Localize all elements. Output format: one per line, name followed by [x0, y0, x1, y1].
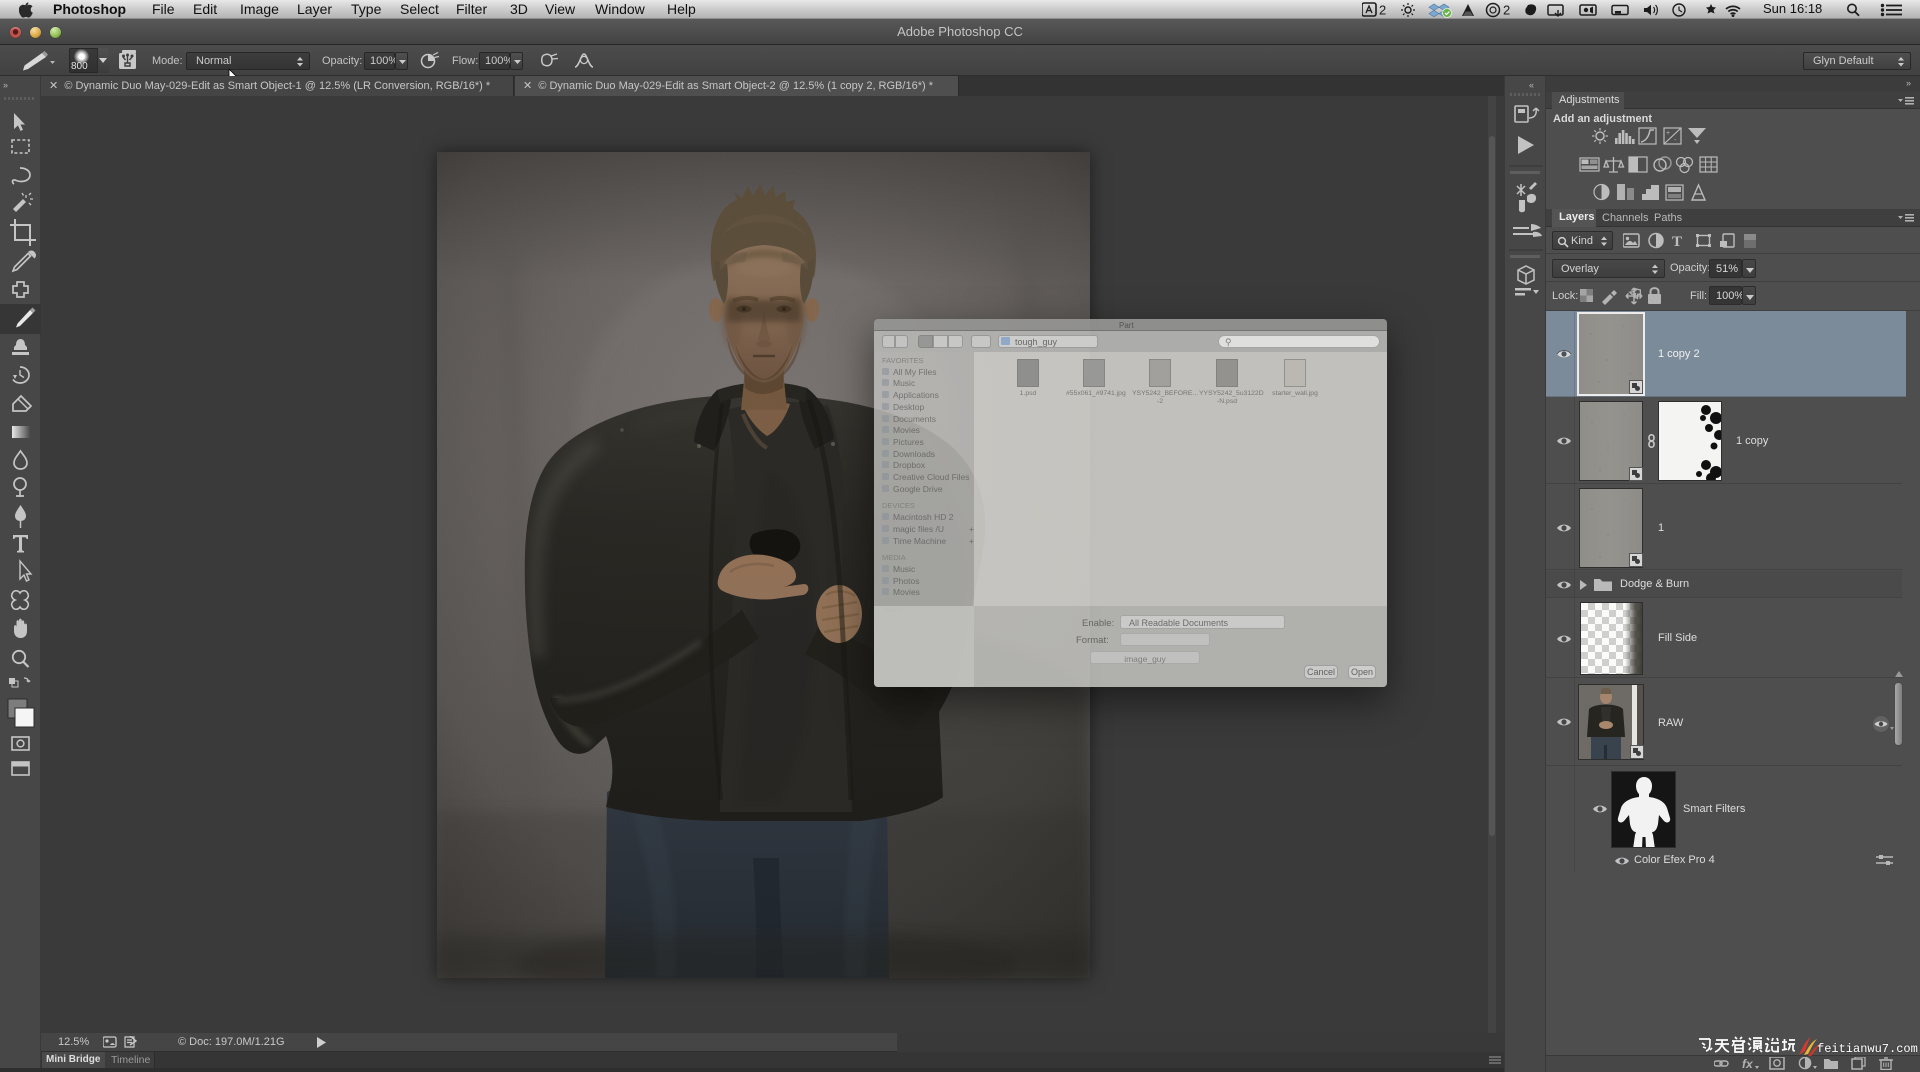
svg-text:2: 2: [1379, 3, 1386, 18]
svg-text:-: -: [1674, 137, 1677, 144]
svg-text:T: T: [1672, 234, 1682, 250]
svg-text:+: +: [1666, 130, 1670, 137]
svg-text:2: 2: [1503, 3, 1510, 18]
